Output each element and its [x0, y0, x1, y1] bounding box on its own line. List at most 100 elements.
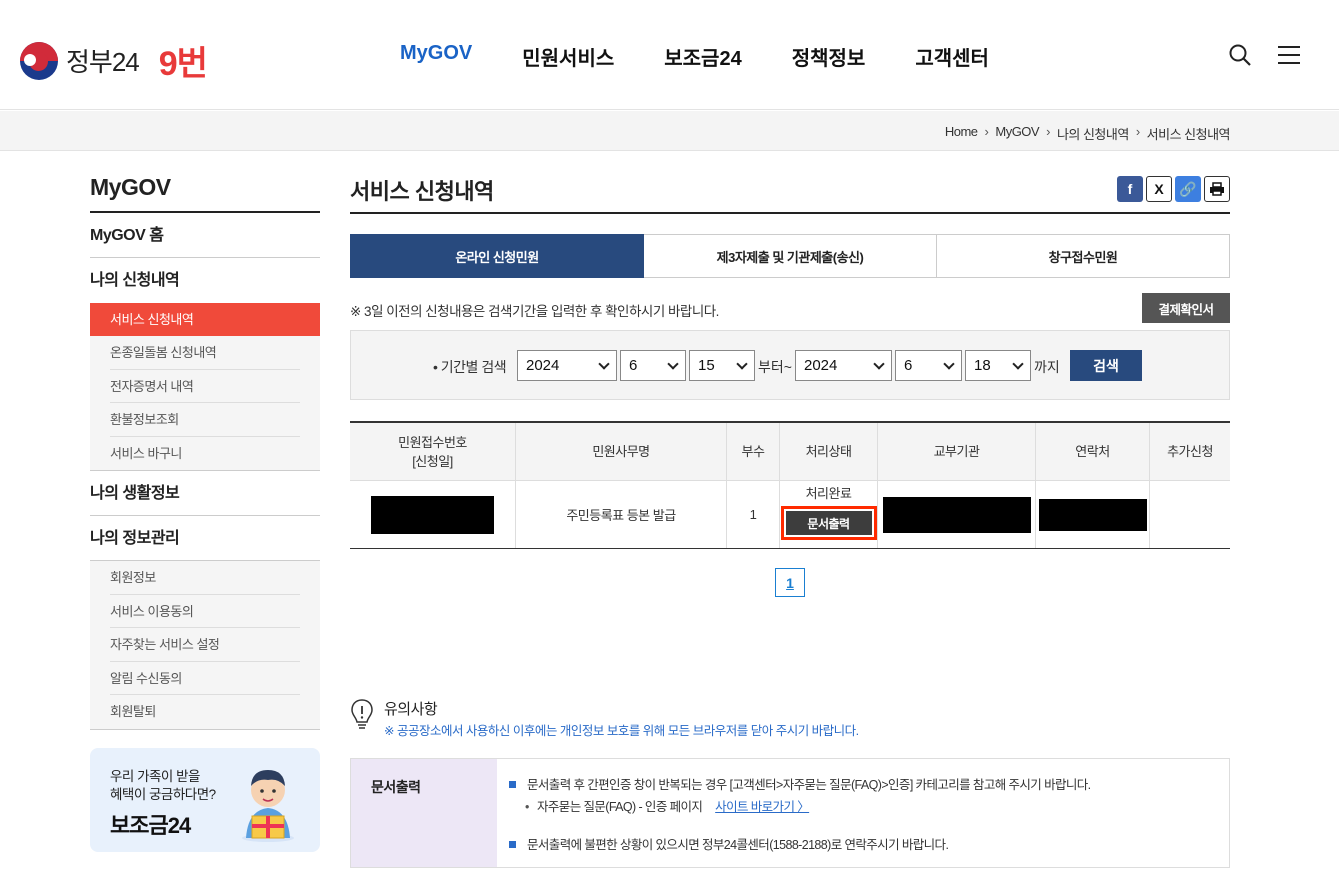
- x-twitter-icon[interactable]: X: [1146, 176, 1172, 202]
- nav-customer-center[interactable]: 고객센터: [915, 42, 989, 71]
- info-body: 문서출력 후 간편인증 창이 반복되는 경우 [고객센터>자주묻는 질문(FAQ…: [497, 759, 1229, 867]
- banner-line1: 우리 가족이 받을: [110, 769, 200, 784]
- info-line-2: 문서출력에 불편한 상황이 있으시면 정부24콜센터(1588-2188)로 연…: [509, 837, 1229, 853]
- sidebar-item-mygov-home[interactable]: MyGOV 홈: [90, 213, 320, 258]
- subsidy24-banner[interactable]: 우리 가족이 받을 혜택이 궁금하다면? 보조금24: [90, 748, 320, 852]
- logo-text: 정부24: [66, 47, 140, 77]
- taegeuk-logo-icon: [20, 41, 58, 80]
- sidebar-title: MyGOV: [90, 174, 320, 213]
- lightbulb-icon: [351, 699, 373, 729]
- sidebar-item-member-info[interactable]: 회원정보: [110, 561, 300, 595]
- caution-text: ※ 공공장소에서 사용하신 이후에는 개인정보 보호를 위해 모든 브라우저를 …: [384, 724, 859, 738]
- info-line-1: 문서출력 후 간편인증 창이 반복되는 경우 [고객센터>자주묻는 질문(FAQ…: [509, 777, 1229, 793]
- chevron-right-icon: ›: [1046, 124, 1050, 139]
- chevron-right-icon: ›: [1135, 124, 1140, 139]
- print-info-box: 문서출력 문서출력 후 간편인증 창이 반복되는 경우 [고객센터>자주묻는 질…: [350, 758, 1230, 868]
- column-contact: 연락처: [1036, 423, 1150, 480]
- breadcrumb-home[interactable]: Home: [945, 124, 978, 143]
- redacted-receipt-number: [371, 495, 494, 534]
- site-header: 정부24 9번 MyGOV 민원서비스 보조금24 정책정보 고객센터: [0, 0, 1339, 110]
- payment-receipt-button[interactable]: 결제확인서: [1142, 293, 1230, 323]
- sidebar-section-info-management[interactable]: 나의 정보관리: [90, 516, 320, 561]
- sidebar-item-refund-info[interactable]: 환불정보조회: [110, 403, 300, 437]
- main-nav: MyGOV 민원서비스 보조금24 정책정보 고객센터: [400, 42, 1039, 71]
- search-button[interactable]: 검색: [1070, 350, 1142, 381]
- sidebar-item-service-consent[interactable]: 서비스 이용동의: [110, 595, 300, 628]
- person-with-gift-icon: [242, 770, 294, 842]
- logo-number-annotation: 9번: [158, 45, 208, 83]
- site-logo[interactable]: 정부24 9번: [20, 36, 208, 85]
- info-sub-line: 자주묻는 질문(FAQ) - 인증 페이지 사이트 바로가기 〉: [509, 799, 1229, 815]
- column-receipt-number: 민원접수번호 [신청일]: [350, 423, 516, 480]
- banner-line2: 혜택이 궁금하다면?: [110, 787, 216, 802]
- faq-site-link[interactable]: 사이트 바로가기 〉: [715, 800, 810, 814]
- service-name-cell: 주민등록표 등본 발급: [516, 481, 727, 548]
- to-month-select[interactable]: 6: [895, 350, 962, 381]
- from-label: 부터~: [758, 359, 792, 375]
- tab-counter-applications[interactable]: 창구접수민원: [937, 234, 1230, 278]
- header-application-date: [신청일]: [412, 453, 453, 469]
- tab-online-applications[interactable]: 온라인 신청민원: [350, 234, 644, 278]
- sidebar-item-notification-consent[interactable]: 알림 수신동의: [110, 662, 300, 695]
- from-year-select[interactable]: 2024: [517, 350, 617, 381]
- status-text: 처리완료: [805, 486, 852, 501]
- sidebar-section-applications[interactable]: 나의 신청내역: [90, 258, 320, 303]
- search-period-notice: ※ 3일 이전의 신청내용은 검색기간을 입력한 후 확인하시기 바랍니다.: [350, 304, 719, 319]
- from-day-select[interactable]: 15: [689, 350, 755, 381]
- contact-cell: [1036, 481, 1150, 548]
- chevron-right-icon: ›: [984, 124, 989, 139]
- breadcrumb-applications[interactable]: 나의 신청내역: [1057, 124, 1129, 143]
- banner-text: 우리 가족이 받을 혜택이 궁금하다면?: [110, 768, 216, 804]
- breadcrumb-current: 서비스 신청내역: [1146, 127, 1231, 142]
- breadcrumb: Home › MyGOV › 나의 신청내역 › 서비스 신청내역: [945, 124, 1231, 143]
- hamburger-menu-icon[interactable]: [1278, 45, 1300, 65]
- column-additional-request: 추가신청: [1167, 444, 1213, 459]
- print-icon[interactable]: [1204, 176, 1230, 202]
- sidebar-section-life-info[interactable]: 나의 생활정보: [90, 471, 320, 516]
- application-tabs: 온라인 신청민원 제3자제출 및 기관제출(송신) 창구접수민원: [350, 234, 1230, 278]
- facebook-icon[interactable]: f: [1117, 176, 1143, 202]
- sidebar-item-service-basket[interactable]: 서비스 바구니: [110, 437, 300, 471]
- sidebar-item-withdraw[interactable]: 회원탈퇴: [110, 695, 300, 729]
- additional-request-cell: [1150, 481, 1230, 548]
- nav-policy-info[interactable]: 정책정보: [792, 42, 866, 71]
- sidebar-submenu-info-management: 회원정보 서비스 이용동의 자주찾는 서비스 설정 알림 수신동의 회원탈퇴: [90, 561, 320, 730]
- copies-cell: 1: [727, 481, 780, 548]
- column-copies: 부수: [727, 423, 780, 480]
- redacted-issuing-agency: [882, 496, 1031, 533]
- to-year-select[interactable]: 2024: [795, 350, 892, 381]
- sidebar-item-allday-care[interactable]: 온종일돌봄 신청내역: [110, 336, 300, 370]
- print-button-highlight: 문서출력: [780, 506, 877, 540]
- nav-civil-service[interactable]: 민원서비스: [522, 42, 614, 71]
- sidebar-item-favorite-services[interactable]: 자주찾는 서비스 설정: [110, 628, 300, 662]
- period-search-label: • 기간별 검색: [433, 359, 507, 375]
- page-1-link[interactable]: 1: [775, 568, 805, 597]
- applications-table: 민원접수번호 [신청일] 민원사무명 부수 처리상태 교부기관 연락처 추가신청…: [350, 421, 1230, 549]
- issuing-agency-cell: [878, 481, 1036, 548]
- search-icon[interactable]: [1229, 44, 1251, 66]
- status-cell: 처리완료 문서출력: [780, 481, 878, 548]
- to-day-select[interactable]: 18: [965, 350, 1031, 381]
- banner-title: 보조금24: [110, 813, 191, 838]
- print-document-button[interactable]: 문서출력: [785, 511, 872, 535]
- column-issuing-agency: 교부기관: [878, 423, 1036, 480]
- to-label: 까지: [1034, 359, 1060, 375]
- sidebar-item-e-certificates[interactable]: 전자증명서 내역: [110, 370, 300, 403]
- tab-third-party-submission[interactable]: 제3자제출 및 기관제출(송신): [644, 234, 937, 278]
- sidebar-item-service-applications[interactable]: 서비스 신청내역: [90, 303, 320, 336]
- nav-subsidy24[interactable]: 보조금24: [664, 42, 741, 71]
- receipt-number-cell: [350, 481, 516, 548]
- column-service-name: 민원사무명: [516, 423, 727, 480]
- nav-mygov[interactable]: MyGOV: [400, 42, 472, 71]
- redacted-contact: [1038, 498, 1147, 531]
- header-receipt-number: 민원접수번호: [398, 434, 467, 450]
- column-status: 처리상태: [780, 423, 878, 480]
- breadcrumb-mygov[interactable]: MyGOV: [995, 124, 1039, 143]
- link-copy-icon[interactable]: 🔗: [1175, 176, 1201, 202]
- sidebar-submenu-applications: 서비스 신청내역 온종일돌봄 신청내역 전자증명서 내역 환불정보조회 서비스 …: [90, 303, 320, 471]
- from-month-select[interactable]: 6: [620, 350, 686, 381]
- breadcrumb-bar: Home › MyGOV › 나의 신청내역 › 서비스 신청내역: [0, 111, 1339, 151]
- table-header: 민원접수번호 [신청일] 민원사무명 부수 처리상태 교부기관 연락처 추가신청: [350, 423, 1230, 481]
- faq-auth-page-label: 자주묻는 질문(FAQ) - 인증 페이지: [537, 800, 703, 814]
- caution-title: 유의사항: [384, 701, 438, 718]
